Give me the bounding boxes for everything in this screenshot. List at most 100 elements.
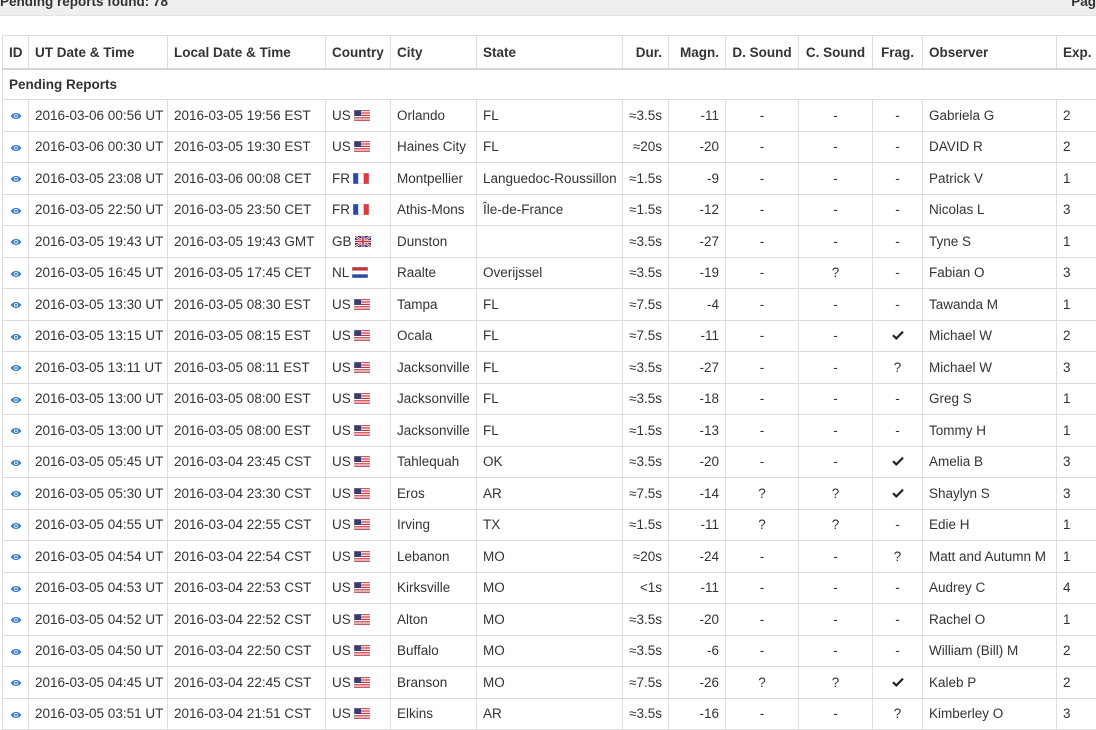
col-header-id[interactable]: ID (3, 36, 29, 70)
col-header-fragmentation[interactable]: Frag. (873, 36, 923, 70)
eye-icon[interactable] (10, 459, 22, 467)
col-header-country[interactable]: Country (326, 36, 391, 70)
city-cell: Ocala (391, 320, 477, 352)
view-report-cell[interactable] (3, 415, 29, 447)
eye-icon[interactable] (10, 396, 22, 404)
eye-icon[interactable] (10, 301, 22, 309)
col-header-ut-datetime[interactable]: UT Date & Time (29, 36, 168, 70)
duration-cell: ≈20s (623, 541, 669, 573)
eye-icon[interactable] (10, 144, 22, 152)
country-code: US (332, 643, 351, 658)
eye-icon[interactable] (10, 522, 22, 530)
eye-icon[interactable] (10, 553, 22, 561)
table-row[interactable]: 2016-03-05 13:00 UT 2016-03-05 08:00 EST… (3, 383, 1096, 415)
us-flag-icon (354, 613, 370, 624)
fragmentation-cell: - (873, 100, 923, 132)
experience-cell: 2 (1057, 320, 1096, 352)
direct-sound-cell: - (726, 572, 799, 604)
magnitude-cell: -12 (669, 194, 726, 226)
country-cell: US (326, 352, 391, 384)
table-row[interactable]: 2016-03-05 13:11 UT 2016-03-05 08:11 EST… (3, 352, 1096, 384)
eye-icon[interactable] (10, 427, 22, 435)
eye-icon[interactable] (10, 270, 22, 278)
table-row[interactable]: 2016-03-05 13:00 UT 2016-03-05 08:00 EST… (3, 415, 1096, 447)
view-report-cell[interactable] (3, 572, 29, 604)
concurrent-sound-cell: - (799, 163, 873, 195)
eye-icon[interactable] (10, 112, 22, 120)
table-row[interactable]: 2016-03-06 00:30 UT 2016-03-05 19:30 EST… (3, 131, 1096, 163)
fragmentation-cell: - (873, 604, 923, 636)
eye-icon[interactable] (10, 585, 22, 593)
table-row[interactable]: 2016-03-05 13:30 UT 2016-03-05 08:30 EST… (3, 289, 1096, 321)
view-report-cell[interactable] (3, 226, 29, 258)
view-report-cell[interactable] (3, 131, 29, 163)
col-header-duration[interactable]: Dur. (623, 36, 669, 70)
state-cell: FL (477, 131, 623, 163)
col-header-city[interactable]: City (391, 36, 477, 70)
table-row[interactable]: 2016-03-05 04:45 UT 2016-03-04 22:45 CST… (3, 667, 1096, 699)
col-header-local-datetime[interactable]: Local Date & Time (168, 36, 326, 70)
col-header-experience[interactable]: Exp. (1057, 36, 1096, 70)
view-report-cell[interactable] (3, 541, 29, 573)
state-cell (477, 226, 623, 258)
eye-icon[interactable] (10, 238, 22, 246)
table-row[interactable]: 2016-03-05 04:53 UT 2016-03-04 22:53 CST… (3, 572, 1096, 604)
eye-icon[interactable] (10, 207, 22, 215)
table-row[interactable]: 2016-03-05 19:43 UT 2016-03-05 19:43 GMT… (3, 226, 1096, 258)
view-report-cell[interactable] (3, 194, 29, 226)
view-report-cell[interactable] (3, 289, 29, 321)
table-row[interactable]: 2016-03-05 13:15 UT 2016-03-05 08:15 EST… (3, 320, 1096, 352)
col-header-concurrent-sound[interactable]: C. Sound (799, 36, 873, 70)
eye-icon[interactable] (10, 648, 22, 656)
col-header-direct-sound[interactable]: D. Sound (726, 36, 799, 70)
observer-cell: Audrey C (923, 572, 1057, 604)
concurrent-sound-cell: - (799, 572, 873, 604)
country-code: GB (332, 234, 352, 249)
local-datetime-cell: 2016-03-04 22:50 CST (168, 635, 326, 667)
observer-cell: DAVID R (923, 131, 1057, 163)
eye-icon[interactable] (10, 711, 22, 719)
view-report-cell[interactable] (3, 509, 29, 541)
check-icon (892, 486, 904, 501)
country-code: US (332, 612, 351, 627)
eye-icon[interactable] (10, 175, 22, 183)
eye-icon[interactable] (10, 333, 22, 341)
table-row[interactable]: 2016-03-05 04:54 UT 2016-03-04 22:54 CST… (3, 541, 1096, 573)
eye-icon[interactable] (10, 364, 22, 372)
table-row[interactable]: 2016-03-05 22:50 UT 2016-03-05 23:50 CET… (3, 194, 1096, 226)
col-header-observer[interactable]: Observer (923, 36, 1057, 70)
col-header-magnitude[interactable]: Magn. (669, 36, 726, 70)
view-report-cell[interactable] (3, 163, 29, 195)
view-report-cell[interactable] (3, 667, 29, 699)
view-report-cell[interactable] (3, 635, 29, 667)
local-datetime-cell: 2016-03-05 08:00 EST (168, 415, 326, 447)
view-report-cell[interactable] (3, 383, 29, 415)
local-datetime-cell: 2016-03-04 22:45 CST (168, 667, 326, 699)
table-row[interactable]: 2016-03-05 16:45 UT 2016-03-05 17:45 CET… (3, 257, 1096, 289)
duration-cell: ≈20s (623, 131, 669, 163)
view-report-cell[interactable] (3, 604, 29, 636)
table-row[interactable]: 2016-03-05 05:30 UT 2016-03-04 23:30 CST… (3, 478, 1096, 510)
table-row[interactable]: 2016-03-05 04:50 UT 2016-03-04 22:50 CST… (3, 635, 1096, 667)
table-row[interactable]: 2016-03-05 05:45 UT 2016-03-04 23:45 CST… (3, 446, 1096, 478)
duration-cell: ≈3.5s (623, 698, 669, 730)
table-row[interactable]: 2016-03-05 04:52 UT 2016-03-04 22:52 CST… (3, 604, 1096, 636)
view-report-cell[interactable] (3, 446, 29, 478)
table-row[interactable]: 2016-03-05 03:51 UT 2016-03-04 21:51 CST… (3, 698, 1096, 730)
col-header-state[interactable]: State (477, 36, 623, 70)
fragmentation-cell: - (873, 415, 923, 447)
view-report-cell[interactable] (3, 320, 29, 352)
table-row[interactable]: 2016-03-05 04:55 UT 2016-03-04 22:55 CST… (3, 509, 1096, 541)
table-row[interactable]: 2016-03-06 00:56 UT 2016-03-05 19:56 EST… (3, 100, 1096, 132)
eye-icon[interactable] (10, 679, 22, 687)
view-report-cell[interactable] (3, 100, 29, 132)
local-datetime-cell: 2016-03-04 23:30 CST (168, 478, 326, 510)
view-report-cell[interactable] (3, 257, 29, 289)
us-flag-icon (354, 455, 370, 466)
view-report-cell[interactable] (3, 352, 29, 384)
view-report-cell[interactable] (3, 698, 29, 730)
eye-icon[interactable] (10, 490, 22, 498)
table-row[interactable]: 2016-03-05 23:08 UT 2016-03-06 00:08 CET… (3, 163, 1096, 195)
view-report-cell[interactable] (3, 478, 29, 510)
eye-icon[interactable] (10, 616, 22, 624)
